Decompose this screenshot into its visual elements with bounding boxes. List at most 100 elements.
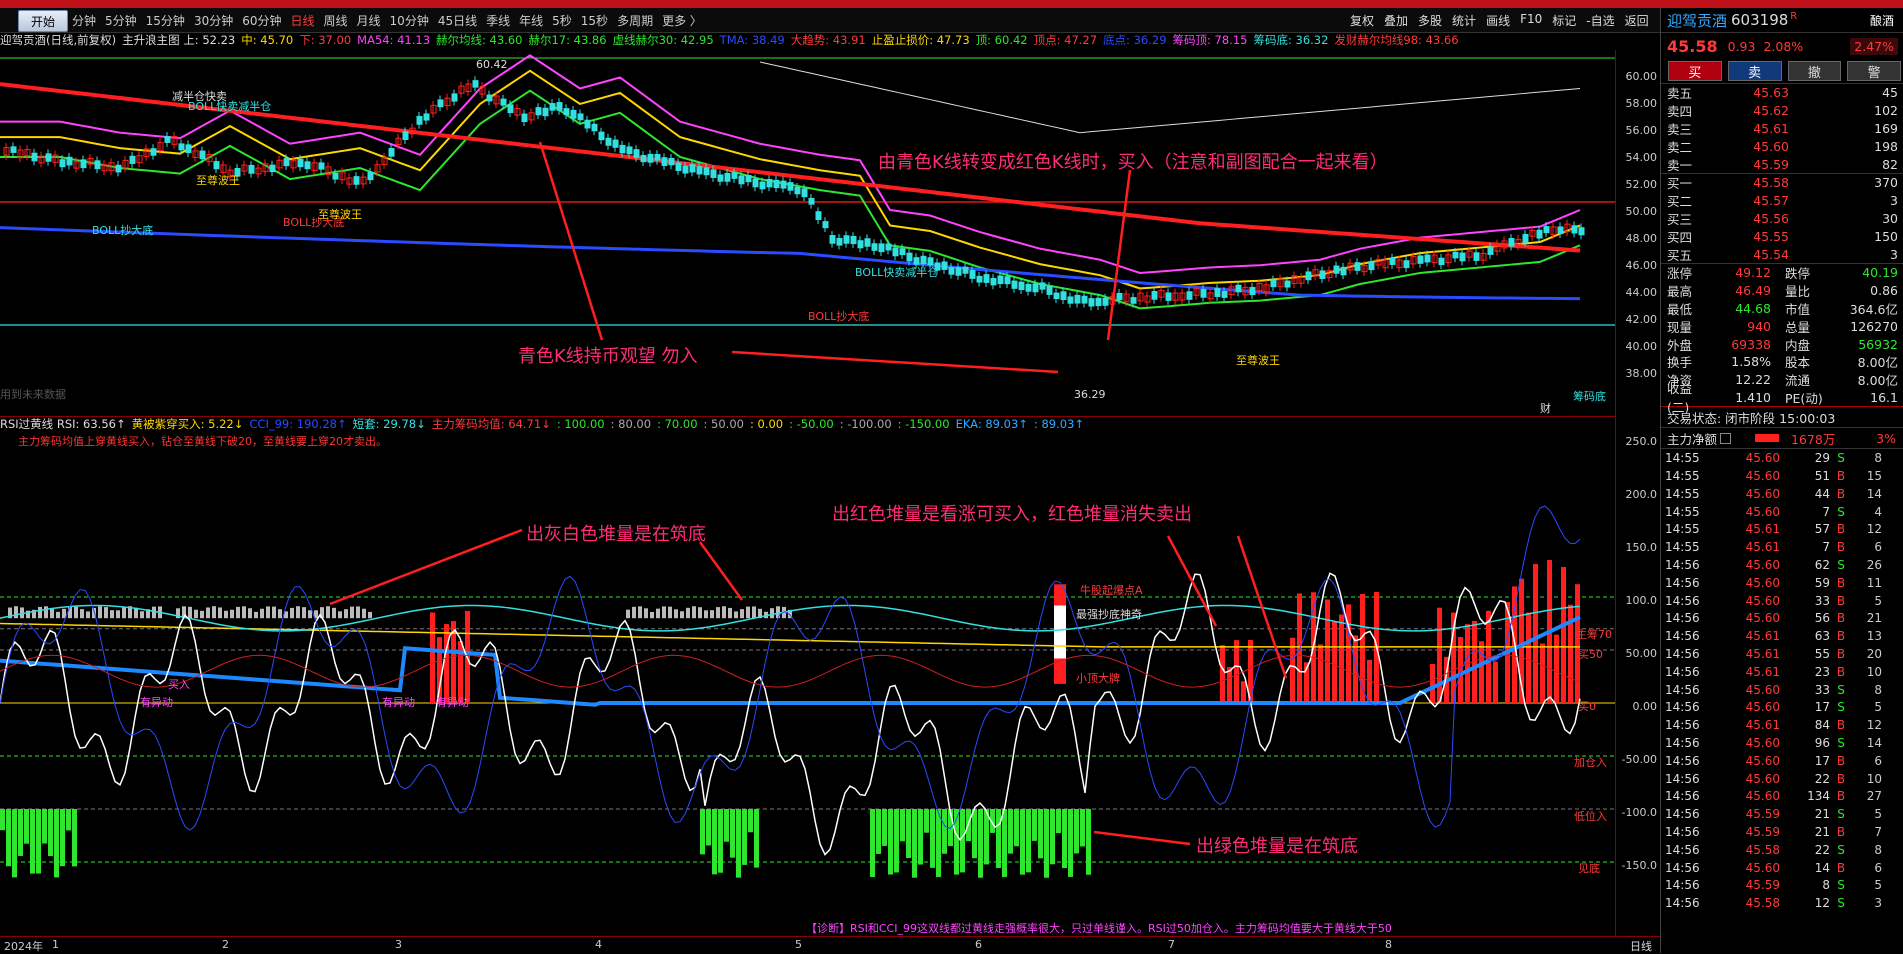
stat-label: 总量: [1785, 319, 1811, 335]
tick-count: 20: [1866, 647, 1882, 661]
volume-bar-grey: [80, 609, 84, 619]
tick-time: 14:55: [1665, 522, 1700, 537]
tick-row: 14:56 45.61 84 B 12: [1661, 716, 1903, 734]
tick-row: 14:56 45.60 134 B 27: [1661, 787, 1903, 805]
chart-tool-button[interactable]: -自选: [1586, 12, 1614, 29]
arrow-cyan-2: [731, 350, 1059, 374]
sub-indicator-value: : -50.00: [789, 417, 834, 431]
period-tab[interactable]: 周线: [324, 12, 348, 29]
period-tab[interactable]: 60分钟: [242, 12, 281, 29]
period-tab[interactable]: 5分钟: [105, 12, 137, 29]
main-indicator-value: 虚线赫尔30: 42.95: [612, 33, 714, 47]
candle-body: [115, 164, 122, 173]
stat-value: 44.68: [1735, 300, 1771, 316]
main-kline-chart[interactable]: 由青色K线转变成红色K线时，买入（注意和副图配合一起来看） 青色K线持币观望 勿…: [0, 50, 1615, 417]
arrow-red-1: [1166, 535, 1218, 627]
candle-body: [976, 275, 983, 283]
volume-bar-green: [1056, 809, 1061, 834]
trade-button[interactable]: 买: [1668, 61, 1722, 81]
start-button[interactable]: 开始: [18, 10, 68, 32]
chart-tool-button[interactable]: F10: [1520, 12, 1542, 29]
volume-bar-green: [924, 809, 929, 833]
tick-time: 14:55: [1665, 469, 1700, 484]
volume-bar-grey: [710, 610, 714, 619]
date-tick: 2: [222, 938, 229, 951]
period-tab[interactable]: 15分钟: [146, 12, 185, 29]
sub-indicator-chart[interactable]: 出灰白色堆量是在筑底 出红色堆量是看涨可买入，红色堆量消失卖出 出绿色堆量是在筑…: [0, 446, 1615, 936]
tick-time: 14:56: [1665, 735, 1700, 750]
volume-bar-green: [748, 809, 753, 833]
trade-button[interactable]: 卖: [1727, 61, 1782, 81]
main-indicator-value: 筹码顶: 78.15: [1172, 33, 1248, 47]
candle-body: [1060, 291, 1067, 301]
stat-label: PE(动): [1785, 390, 1823, 406]
date-axis: 日线 2024年 1 2 3 4 5 6 7 8: [0, 936, 1660, 954]
volume-bar-red: [1318, 644, 1323, 703]
tick-count: 6: [1874, 540, 1882, 555]
volume-bar-green: [6, 809, 11, 867]
volume-bar-grey: [692, 606, 696, 619]
sub-indicator-value: : 80.00: [610, 417, 652, 431]
period-tab[interactable]: 更多 〉: [662, 12, 702, 29]
period-tab[interactable]: 多周期: [617, 12, 653, 29]
period-tab[interactable]: 日线: [291, 12, 315, 29]
period-tab[interactable]: 10分钟: [390, 12, 429, 29]
chart-tool-button[interactable]: 复权: [1350, 12, 1374, 29]
bottom-period-label[interactable]: 日线: [1630, 938, 1652, 954]
candle-body: [451, 93, 458, 102]
volume-bar-grey: [296, 606, 300, 619]
stat-row: 最高 46.49 量比 0.86: [1661, 282, 1903, 300]
tick-side: B: [1836, 522, 1846, 537]
period-tab[interactable]: 45日线: [438, 12, 477, 29]
chart-tool-button[interactable]: 返回: [1625, 12, 1649, 29]
candle-body: [731, 172, 738, 179]
chart-tool-button[interactable]: 叠加: [1384, 12, 1408, 29]
sub-indicator-value: 主力筹码均值: 64.71↓: [431, 417, 551, 431]
candle-body: [1235, 284, 1242, 293]
label-wave-king-3: 至尊波王: [1236, 354, 1280, 367]
tick-list[interactable]: 14:55 45.60 29 S 8 14:55 45.60 51 B 15 14:55 45.60 4…: [1661, 448, 1903, 912]
stat-value: 49.12: [1735, 265, 1771, 281]
period-tab[interactable]: 15秒: [581, 12, 608, 29]
sector-label[interactable]: 酿酒: [1870, 12, 1894, 29]
candle-body: [45, 153, 52, 162]
tick-side: S: [1837, 735, 1845, 750]
annotation-grey-volume: 出灰白色堆量是在筑底: [526, 524, 706, 545]
candle-body: [612, 139, 619, 148]
tick-volume: 17: [1814, 700, 1830, 715]
period-tab[interactable]: 年线: [519, 12, 543, 29]
volume-bar-grey: [254, 611, 258, 619]
trade-button[interactable]: 警: [1847, 61, 1901, 81]
main-indicator-value: 迎驾贡酒(日线,前复权): [0, 33, 117, 47]
volume-bar-grey: [278, 609, 282, 619]
chart-tool-button[interactable]: 统计: [1452, 12, 1476, 29]
volume-bar-green: [936, 809, 941, 877]
stat-row: 最低 44.68 市值 364.6亿: [1661, 300, 1903, 318]
volume-bar-green: [66, 809, 71, 831]
sub-indicator-value: CCI_99: 190.28↑: [249, 417, 347, 431]
net-toggle-icon[interactable]: [1720, 432, 1732, 444]
asks-row: 卖二 45.60 198: [1661, 137, 1903, 155]
volume-bar-grey: [626, 609, 630, 619]
candle-body: [906, 252, 913, 262]
candle-body: [1578, 227, 1585, 236]
book-price: 45.55: [1753, 228, 1789, 244]
chart-tool-button[interactable]: 多股: [1418, 12, 1442, 29]
volume-bar-grey: [188, 606, 192, 619]
chart-tool-button[interactable]: 标记: [1552, 12, 1576, 29]
book-volume: 30: [1882, 210, 1898, 226]
candle-body: [899, 248, 906, 256]
candle-body: [675, 162, 682, 172]
period-tab[interactable]: 分钟: [72, 12, 96, 29]
trade-button[interactable]: 撤: [1787, 61, 1842, 81]
stat-value: 8.00亿: [1857, 373, 1898, 389]
period-tab[interactable]: 5秒: [552, 12, 572, 29]
price-tick: 58.00: [1625, 97, 1658, 110]
tick-time: 14:56: [1665, 575, 1700, 590]
chart-tool-button[interactable]: 画线: [1486, 12, 1510, 29]
candle-body: [1214, 288, 1221, 297]
period-tab[interactable]: 季线: [486, 12, 510, 29]
tick-volume: 84: [1814, 718, 1830, 733]
period-tab[interactable]: 30分钟: [194, 12, 233, 29]
period-tab[interactable]: 月线: [357, 12, 381, 29]
